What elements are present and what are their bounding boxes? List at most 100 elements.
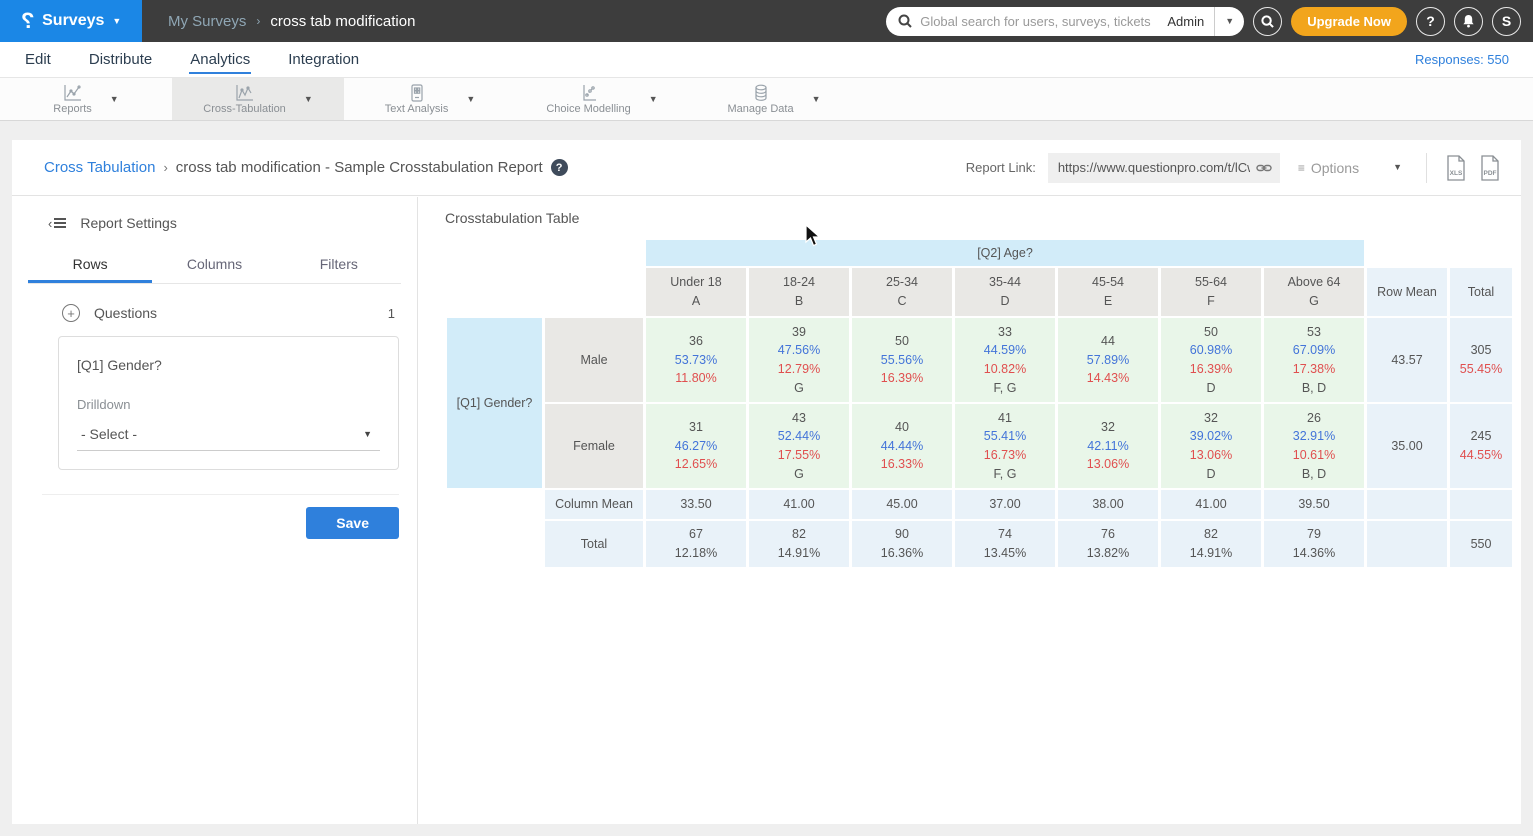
report-settings-header: ‹ Report Settings <box>12 197 417 231</box>
crosstab-cell[interactable]: 26 32.91% 10.61% B, D <box>1264 404 1364 488</box>
question-mark-icon: ? <box>1426 13 1435 29</box>
chevron-down-icon[interactable]: ▼ <box>649 94 658 104</box>
age-letter: C <box>852 292 952 311</box>
crosstab-cell[interactable]: 32 42.11% 13.06% <box>1058 404 1158 488</box>
tab-rows[interactable]: Rows <box>28 247 152 283</box>
column-mean-cell: 38.00 <box>1058 490 1158 519</box>
toolbar-item-reports[interactable]: Reports ▼ <box>0 78 172 120</box>
crosstab-cell[interactable]: 50 60.98% 16.39% D <box>1161 318 1261 402</box>
column-mean-cell: 45.00 <box>852 490 952 519</box>
search-input[interactable] <box>920 14 1157 29</box>
crosstab-cell[interactable]: 40 44.44% 16.33% <box>852 404 952 488</box>
breadcrumb-survey-name: cross tab modification <box>270 13 415 30</box>
toolbar-item-manage-data[interactable]: Manage Data ▼ <box>688 78 860 120</box>
link-icon[interactable] <box>1256 162 1272 174</box>
toolbar-item-text-analysis[interactable]: Text Analysis ▼ <box>344 78 516 120</box>
cell-row-percent: 16.39% <box>852 369 952 388</box>
export-xls-button[interactable]: XLS <box>1445 155 1467 181</box>
crosstab-cell[interactable]: 32 39.02% 13.06% D <box>1161 404 1261 488</box>
cell-row-percent: 13.06% <box>1058 455 1158 474</box>
document-grid-icon <box>409 84 425 102</box>
user-avatar[interactable]: S <box>1492 7 1521 36</box>
column-group-row: [Q2] Age? <box>447 240 1512 266</box>
cell-row-percent: 11.80% <box>646 369 746 388</box>
nav-item-edit[interactable]: Edit <box>24 45 52 74</box>
toolbar-item-choice-modelling[interactable]: Choice Modelling ▼ <box>516 78 688 120</box>
cell-significance-letters: G <box>749 465 849 484</box>
total-count: 67 <box>646 525 746 544</box>
drilldown-selected-value: - Select - <box>81 426 137 442</box>
gender-label-male: Male <box>545 318 643 402</box>
cell-count: 32 <box>1058 418 1158 437</box>
grand-total-cell: 550 <box>1450 521 1512 567</box>
avatar-initial: S <box>1502 13 1511 29</box>
cell-row-percent: 12.65% <box>646 455 746 474</box>
cell-row-percent: 14.43% <box>1058 369 1158 388</box>
upgrade-now-button[interactable]: Upgrade Now <box>1291 7 1407 36</box>
nav-item-analytics[interactable]: Analytics <box>189 45 251 74</box>
cross-tabulation-link[interactable]: Cross Tabulation <box>44 159 155 176</box>
database-icon <box>753 84 769 102</box>
row-total-cell: 245 44.55% <box>1450 404 1512 488</box>
search-scope-dropdown[interactable]: ▼ <box>1214 7 1244 36</box>
notifications-button[interactable] <box>1454 7 1483 36</box>
age-letter: B <box>749 292 849 311</box>
cell-row-percent: 16.33% <box>852 455 952 474</box>
export-pdf-button[interactable]: PDF <box>1479 155 1501 181</box>
total-count: 82 <box>749 525 849 544</box>
report-link-url[interactable]: https://www.questionpro.com/t/lCw3Zc <box>1058 160 1250 175</box>
report-link-field[interactable]: https://www.questionpro.com/t/lCw3Zc <box>1048 153 1280 183</box>
column-mean-cell: 41.00 <box>1161 490 1261 519</box>
column-total-label: Total <box>545 521 643 567</box>
options-button[interactable]: ≡ Options ▼ <box>1292 160 1408 176</box>
chevron-down-icon[interactable]: ▼ <box>110 94 119 104</box>
cell-count: 31 <box>646 418 746 437</box>
report-header: Cross Tabulation › cross tab modificatio… <box>12 140 1521 196</box>
svg-text:XLS: XLS <box>1450 170 1463 177</box>
crosstab-cell[interactable]: 44 57.89% 14.43% <box>1058 318 1158 402</box>
drilldown-select[interactable]: - Select - ▼ <box>77 420 380 451</box>
column-mean-cell: 33.50 <box>646 490 746 519</box>
crosstab-cell[interactable]: 39 47.56% 12.79% G <box>749 318 849 402</box>
crosstab-cell[interactable]: 53 67.09% 17.38% B, D <box>1264 318 1364 402</box>
crosstab-cell[interactable]: 50 55.56% 16.39% <box>852 318 952 402</box>
chevron-down-icon[interactable]: ▼ <box>812 94 821 104</box>
line-chart-icon <box>235 84 255 102</box>
search-button[interactable] <box>1253 7 1282 36</box>
cell-column-percent: 32.91% <box>1264 427 1364 446</box>
crosstab-cell[interactable]: 43 52.44% 17.55% G <box>749 404 849 488</box>
row-mean-cell: 43.57 <box>1367 318 1447 402</box>
tab-columns[interactable]: Columns <box>152 247 276 283</box>
tab-filters[interactable]: Filters <box>277 247 401 283</box>
age-column-header: 55-64 F <box>1161 268 1261 316</box>
cell-significance-letters: G <box>749 379 849 398</box>
cell-count: 39 <box>749 323 849 342</box>
crosstab-cell[interactable]: 36 53.73% 11.80% <box>646 318 746 402</box>
cell-column-percent: 39.02% <box>1161 427 1261 446</box>
cell-column-percent: 55.41% <box>955 427 1055 446</box>
product-logo[interactable]: ? Surveys ▼ <box>0 0 142 42</box>
settings-tabs: Rows Columns Filters <box>28 247 401 284</box>
total-count: 76 <box>1058 525 1158 544</box>
crosstab-cell[interactable]: 31 46.27% 12.65% <box>646 404 746 488</box>
nav-item-integration[interactable]: Integration <box>287 45 360 74</box>
report-help-icon[interactable]: ? <box>551 159 568 176</box>
breadcrumb-my-surveys[interactable]: My Surveys <box>168 13 246 30</box>
topbar-breadcrumb: My Surveys › cross tab modification <box>168 13 415 30</box>
save-button[interactable]: Save <box>306 507 399 539</box>
collapse-panel-icon[interactable]: ‹ <box>48 216 66 231</box>
pdf-file-icon: PDF <box>1479 155 1501 181</box>
xls-file-icon: XLS <box>1445 155 1467 181</box>
add-question-button[interactable]: + <box>62 304 80 322</box>
chevron-down-icon[interactable]: ▼ <box>304 94 313 104</box>
crosstab-cell[interactable]: 41 55.41% 16.73% F, G <box>955 404 1055 488</box>
cell-significance-letters: B, D <box>1264 379 1364 398</box>
total-percent: 12.18% <box>646 544 746 563</box>
toolbar-item-cross-tabulation[interactable]: Cross-Tabulation ▼ <box>172 78 344 120</box>
chevron-down-icon[interactable]: ▼ <box>466 94 475 104</box>
help-button[interactable]: ? <box>1416 7 1445 36</box>
cell-significance-letters: F, G <box>955 465 1055 484</box>
crosstab-cell[interactable]: 33 44.59% 10.82% F, G <box>955 318 1055 402</box>
breadcrumb-separator: › <box>256 14 260 28</box>
nav-item-distribute[interactable]: Distribute <box>88 45 153 74</box>
